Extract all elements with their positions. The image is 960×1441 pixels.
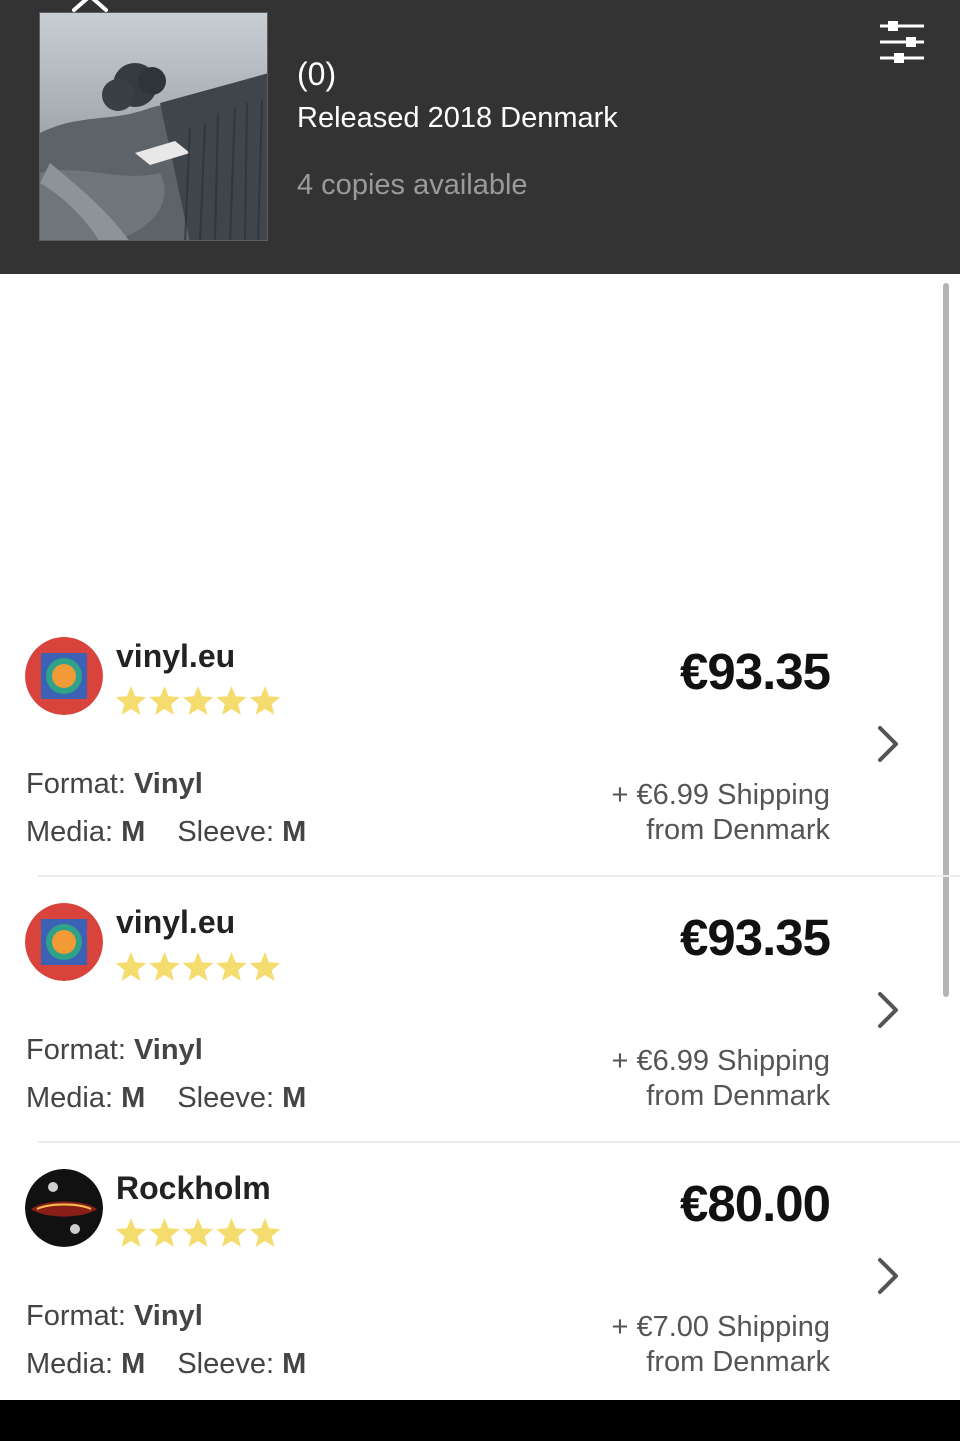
format-value: Vinyl <box>133 1034 203 1066</box>
star-icon <box>149 1218 180 1247</box>
seller-rating-stars <box>115 952 281 981</box>
divider <box>38 1141 960 1143</box>
price: €93.35 <box>680 643 831 700</box>
release-info: Released 2018 Denmark <box>297 102 618 134</box>
chevron-right-icon[interactable] <box>872 1256 902 1296</box>
star-icon <box>115 686 147 715</box>
shipping-cost: + €7.00 Shipping <box>611 1311 831 1343</box>
media-label: Media: <box>26 1348 122 1380</box>
album-cover-image[interactable] <box>39 12 268 241</box>
format-value: Vinyl <box>133 1300 203 1332</box>
ships-from: from Denmark <box>646 1346 830 1378</box>
media-label: Media: <box>26 1082 122 1114</box>
chevron-right-icon[interactable] <box>872 724 902 764</box>
sleeve-value: M <box>282 1348 307 1380</box>
rockholm-logo-icon <box>25 1169 103 1247</box>
format-info: Format: Vinyl <box>26 768 203 801</box>
condition-info: Media: M Sleeve: M <box>26 816 306 849</box>
media-value: M <box>121 1348 146 1380</box>
price: €80.00 <box>680 1175 831 1232</box>
seller-name[interactable]: vinyl.eu <box>116 638 235 675</box>
star-icon <box>216 686 247 715</box>
copies-available: 4 copies available <box>297 169 528 201</box>
chevron-right-icon[interactable] <box>872 990 902 1030</box>
format-info: Format: Vinyl <box>26 1034 203 1067</box>
listing-row[interactable]: Rockholm €80.00 Format: Vinyl Media: M S… <box>0 1166 960 1432</box>
star-icon <box>182 686 214 715</box>
media-label: Media: <box>26 816 122 848</box>
ships-from: from Denmark <box>646 814 830 846</box>
star-icon <box>249 952 281 981</box>
star-icon <box>182 952 214 981</box>
format-label: Format: <box>26 768 134 800</box>
sleeve-label: Sleeve: <box>177 1348 283 1380</box>
listing-row[interactable]: vinyl.eu €93.35 Format: Vinyl Media: M S… <box>0 634 960 900</box>
seller-rating-stars <box>115 1218 281 1247</box>
seller-name[interactable]: vinyl.eu <box>116 904 235 941</box>
sleeve-value: M <box>282 816 307 848</box>
format-value: Vinyl <box>133 768 203 800</box>
seller-name[interactable]: Rockholm <box>116 1170 271 1207</box>
star-icon <box>216 1218 247 1247</box>
star-icon <box>149 686 180 715</box>
media-value: M <box>121 1082 146 1114</box>
divider <box>38 875 960 877</box>
rating-count: (0) <box>297 56 337 92</box>
shipping-cost: + €6.99 Shipping <box>611 779 831 811</box>
star-icon <box>249 1218 281 1247</box>
star-icon <box>182 1218 214 1247</box>
condition-info: Media: M Sleeve: M <box>26 1348 306 1381</box>
sleeve-value: M <box>282 1082 307 1114</box>
star-icon <box>249 686 281 715</box>
media-value: M <box>121 816 146 848</box>
format-label: Format: <box>26 1300 134 1332</box>
ships-from: from Denmark <box>646 1080 830 1112</box>
listing-row[interactable]: vinyl.eu €93.35 Format: Vinyl Media: M S… <box>0 900 960 1166</box>
sliders-icon[interactable] <box>876 20 928 64</box>
format-info: Format: Vinyl <box>26 1300 203 1333</box>
shipping-cost: + €6.99 Shipping <box>611 1045 831 1077</box>
star-icon <box>115 1218 147 1247</box>
vinyl-eu-logo-icon <box>25 637 103 715</box>
release-header: (0) Released 2018 Denmark 4 copies avail… <box>0 0 960 274</box>
star-icon <box>149 952 180 981</box>
star-icon <box>216 952 247 981</box>
bottom-bar <box>0 1400 960 1441</box>
seller-rating-stars <box>115 686 281 715</box>
sleeve-label: Sleeve: <box>177 816 283 848</box>
price: €93.35 <box>680 909 831 966</box>
sleeve-label: Sleeve: <box>177 1082 283 1114</box>
vinyl-eu-logo-icon <box>25 903 103 981</box>
star-icon <box>115 952 147 981</box>
format-label: Format: <box>26 1034 134 1066</box>
condition-info: Media: M Sleeve: M <box>26 1082 306 1115</box>
